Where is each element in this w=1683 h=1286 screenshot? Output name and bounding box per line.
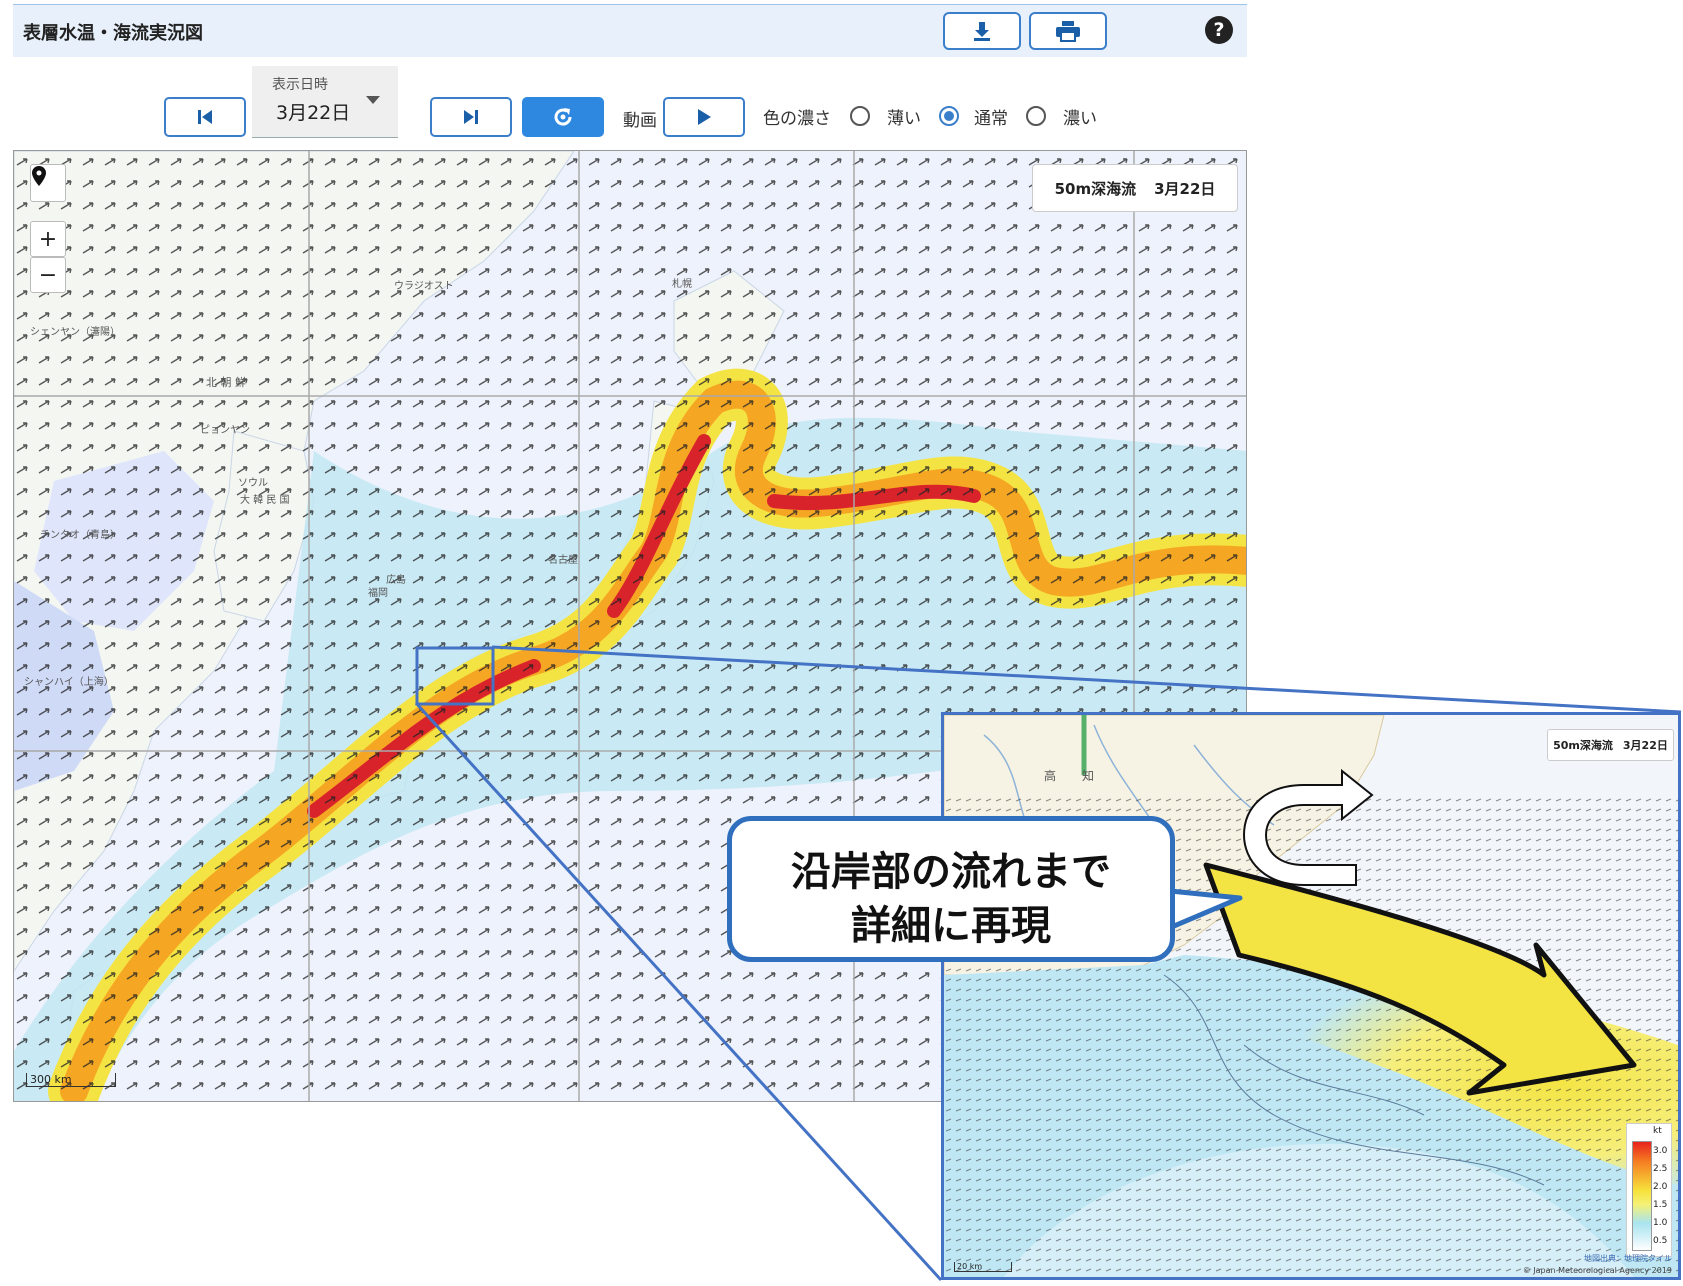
callout-box: 沿岸部の流れまで 詳細に再現 bbox=[727, 816, 1175, 962]
legend-tick: 3.0 bbox=[1653, 1146, 1668, 1156]
inset-layer-label: 50m深海流 3月22日 bbox=[1547, 729, 1674, 761]
inset-scale-bar: 20 km bbox=[954, 1262, 1012, 1272]
legend-tick: 2.5 bbox=[1653, 1164, 1668, 1174]
inset-canvas bbox=[944, 715, 1678, 1277]
legend-tick: 2.0 bbox=[1653, 1182, 1668, 1192]
legend-tick: 1.0 bbox=[1653, 1218, 1668, 1228]
legend-color-bar bbox=[1632, 1141, 1652, 1251]
place-label: 高 bbox=[1044, 769, 1057, 783]
speed-legend: kt 3.0 2.5 2.0 1.5 1.0 0.5 bbox=[1626, 1123, 1672, 1257]
legend-tick: 0.5 bbox=[1653, 1236, 1668, 1246]
map-credit-source[interactable]: 地図出典：地理院タイル bbox=[1584, 1253, 1672, 1264]
zoom-inset: 50m深海流 3月22日 高 知 kt 3.0 2.5 2.0 1.5 1.0 … bbox=[941, 712, 1681, 1280]
map-credit-copyright: © Japan Meteorological Agency 2019 bbox=[1522, 1266, 1672, 1275]
legend-unit: kt bbox=[1653, 1126, 1662, 1136]
inset-layer-name: 50m深海流 bbox=[1553, 739, 1613, 752]
callout-line-2: 詳細に再現 bbox=[851, 903, 1051, 949]
callout-line-1: 沿岸部の流れまで bbox=[791, 849, 1111, 895]
legend-tick: 1.5 bbox=[1653, 1200, 1668, 1210]
inset-layer-date: 3月22日 bbox=[1622, 739, 1668, 752]
place-label: 知 bbox=[1082, 769, 1095, 783]
